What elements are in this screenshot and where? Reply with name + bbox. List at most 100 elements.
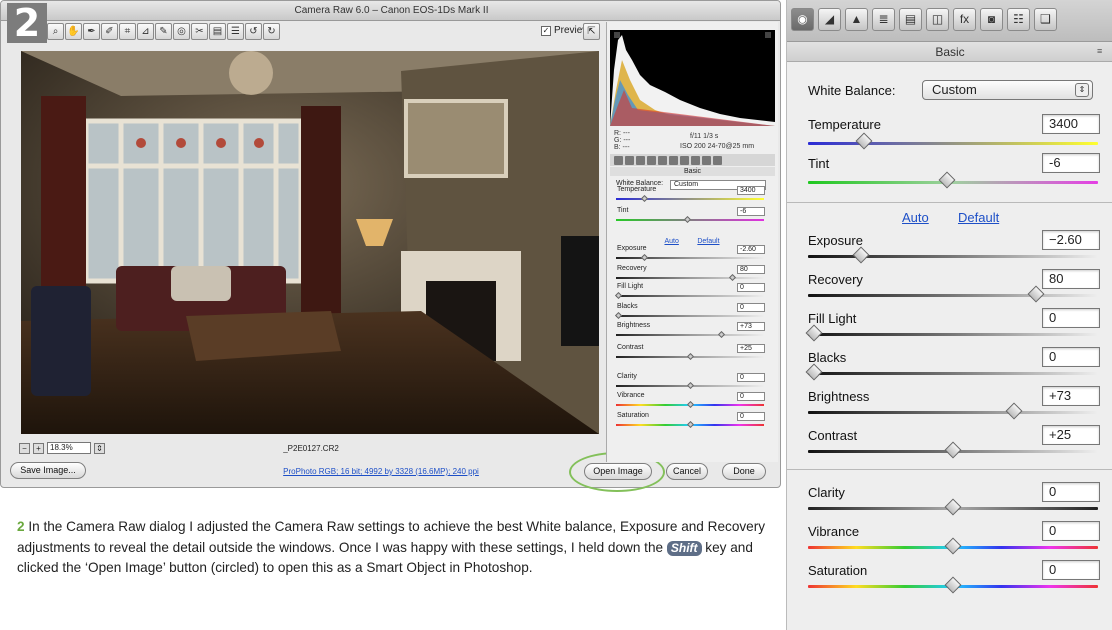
zoom-level-select[interactable]: 18.3% bbox=[47, 442, 91, 454]
slider-value-input[interactable]: 0 bbox=[1042, 308, 1100, 328]
tint-slider-thumb[interactable] bbox=[938, 171, 956, 189]
hsl-tab-icon[interactable] bbox=[647, 155, 656, 165]
slider-value-input[interactable]: 0 bbox=[1042, 521, 1100, 541]
panel-tab-icon[interactable]: ≣ bbox=[872, 8, 895, 31]
camera-tab-icon[interactable] bbox=[691, 155, 700, 165]
slider-value-input[interactable]: +73 bbox=[1042, 386, 1100, 406]
auto-link[interactable]: Auto bbox=[902, 210, 929, 225]
workflow-options-link[interactable]: ProPhoto RGB; 16 bit; 4992 by 3328 (16.6… bbox=[271, 467, 491, 476]
small-slider-input[interactable]: +73 bbox=[737, 322, 765, 331]
slider-track[interactable] bbox=[808, 294, 1098, 297]
toolbar-tool-icon[interactable]: ☰ bbox=[227, 23, 244, 40]
panel-tab-icon[interactable]: ▤ bbox=[899, 8, 922, 31]
small-slider-track[interactable] bbox=[616, 315, 764, 317]
small-default-link[interactable]: Default bbox=[697, 238, 719, 245]
small-slider-label: Brightness bbox=[617, 322, 651, 329]
small-slider-track[interactable] bbox=[616, 295, 764, 297]
small-slider-input[interactable]: 0 bbox=[737, 412, 765, 421]
zoom-stepper-icon[interactable]: ⇕ bbox=[94, 442, 105, 454]
slider-value-input[interactable]: 0 bbox=[1042, 482, 1100, 502]
snapshots-tab-icon[interactable] bbox=[713, 155, 722, 165]
slider-track[interactable] bbox=[808, 255, 1098, 258]
small-slider-track[interactable] bbox=[616, 277, 764, 279]
small-slider-track[interactable] bbox=[616, 257, 764, 259]
fullscreen-toggle-button[interactable]: ⇱ bbox=[583, 23, 600, 40]
done-button[interactable]: Done bbox=[722, 463, 766, 480]
panel-tab-icon[interactable]: ◢ bbox=[818, 8, 841, 31]
toolbar-tool-icon[interactable]: ↺ bbox=[245, 23, 262, 40]
small-slider-input[interactable]: 80 bbox=[737, 265, 765, 274]
slider-thumb[interactable] bbox=[805, 324, 823, 342]
panel-tab-icon[interactable]: ◫ bbox=[926, 8, 949, 31]
split-tab-icon[interactable] bbox=[658, 155, 667, 165]
slider-thumb[interactable] bbox=[944, 498, 962, 516]
basic-tab-icon[interactable] bbox=[614, 155, 623, 165]
zoom-in-button[interactable]: + bbox=[33, 442, 44, 454]
panel-menu-icon[interactable]: ≡ bbox=[1097, 46, 1102, 56]
toolbar-tool-icon[interactable]: ✐ bbox=[101, 23, 118, 40]
slider-thumb[interactable] bbox=[805, 363, 823, 381]
temperature-slider-thumb[interactable] bbox=[855, 132, 873, 150]
presets-tab-icon[interactable] bbox=[702, 155, 711, 165]
toolbar-tool-icon[interactable]: ✂ bbox=[191, 23, 208, 40]
slider-value-input[interactable]: +25 bbox=[1042, 425, 1100, 445]
slider-value-input[interactable]: 80 bbox=[1042, 269, 1100, 289]
small-slider-track[interactable] bbox=[616, 334, 764, 336]
zoom-out-button[interactable]: − bbox=[19, 442, 30, 454]
panel-tab-icon[interactable]: fx bbox=[953, 8, 976, 31]
divider bbox=[787, 469, 1112, 470]
tone-curve-tab-icon[interactable] bbox=[625, 155, 634, 165]
small-slider-label: Blacks bbox=[617, 303, 638, 310]
slider-track[interactable] bbox=[808, 333, 1098, 336]
toolbar-tool-icon[interactable]: ⌗ bbox=[119, 23, 136, 40]
save-image-button[interactable]: Save Image... bbox=[10, 462, 86, 479]
toolbar-tool-icon[interactable]: ◎ bbox=[173, 23, 190, 40]
histogram bbox=[610, 30, 775, 126]
panel-tab-icon[interactable]: ▲ bbox=[845, 8, 868, 31]
slider-value-input[interactable]: 0 bbox=[1042, 560, 1100, 580]
toolbar-tool-icon[interactable]: ✋ bbox=[65, 23, 82, 40]
tint-input[interactable]: -6 bbox=[1042, 153, 1100, 173]
slider-thumb[interactable] bbox=[944, 576, 962, 594]
caption-number: 2 bbox=[17, 519, 25, 534]
detail-tab-icon[interactable] bbox=[636, 155, 645, 165]
small-slider-input[interactable]: 0 bbox=[737, 303, 765, 312]
slider-thumb[interactable] bbox=[1005, 402, 1023, 420]
small-slider-input[interactable]: 3400 bbox=[737, 186, 765, 195]
small-slider-input[interactable]: 0 bbox=[737, 373, 765, 382]
slider-track[interactable] bbox=[808, 411, 1098, 414]
slider-label: Vibrance bbox=[808, 524, 860, 539]
effects-tab-icon[interactable] bbox=[680, 155, 689, 165]
image-preview[interactable] bbox=[21, 51, 599, 434]
toolbar-tool-icon[interactable]: ▤ bbox=[209, 23, 226, 40]
slider-track[interactable] bbox=[808, 372, 1098, 375]
slider-thumb[interactable] bbox=[944, 441, 962, 459]
default-link[interactable]: Default bbox=[958, 210, 999, 225]
toolbar-tool-icon[interactable]: ⌕ bbox=[47, 23, 64, 40]
panel-tab-icon[interactable]: ◙ bbox=[980, 8, 1003, 31]
temperature-slider-track[interactable] bbox=[808, 142, 1098, 145]
slider-value-input[interactable]: −2.60 bbox=[1042, 230, 1100, 250]
toolbar-tool-icon[interactable]: ↻ bbox=[263, 23, 280, 40]
temperature-input[interactable]: 3400 bbox=[1042, 114, 1100, 134]
slider-thumb[interactable] bbox=[852, 246, 870, 264]
panel-tab-icon[interactable]: ◉ bbox=[791, 8, 814, 31]
toolbar-tool-icon[interactable]: ✎ bbox=[155, 23, 172, 40]
small-slider-input[interactable]: -6 bbox=[737, 207, 765, 216]
slider-label: Exposure bbox=[808, 233, 863, 248]
cancel-button[interactable]: Cancel bbox=[666, 463, 708, 480]
slider-thumb[interactable] bbox=[944, 537, 962, 555]
small-slider-track[interactable] bbox=[616, 198, 764, 200]
small-slider-input[interactable]: 0 bbox=[737, 283, 765, 292]
slider-value-input[interactable]: 0 bbox=[1042, 347, 1100, 367]
white-balance-select[interactable]: Custom ⇕ bbox=[922, 80, 1093, 100]
small-slider-input[interactable]: -2.60 bbox=[737, 245, 765, 254]
toolbar-tool-icon[interactable]: ⊿ bbox=[137, 23, 154, 40]
small-slider-input[interactable]: 0 bbox=[737, 392, 765, 401]
small-slider-input[interactable]: +25 bbox=[737, 344, 765, 353]
small-auto-link[interactable]: Auto bbox=[664, 238, 678, 245]
lens-tab-icon[interactable] bbox=[669, 155, 678, 165]
panel-tab-icon[interactable]: ❑ bbox=[1034, 8, 1057, 31]
toolbar-tool-icon[interactable]: ✒ bbox=[83, 23, 100, 40]
panel-tab-icon[interactable]: ☷ bbox=[1007, 8, 1030, 31]
